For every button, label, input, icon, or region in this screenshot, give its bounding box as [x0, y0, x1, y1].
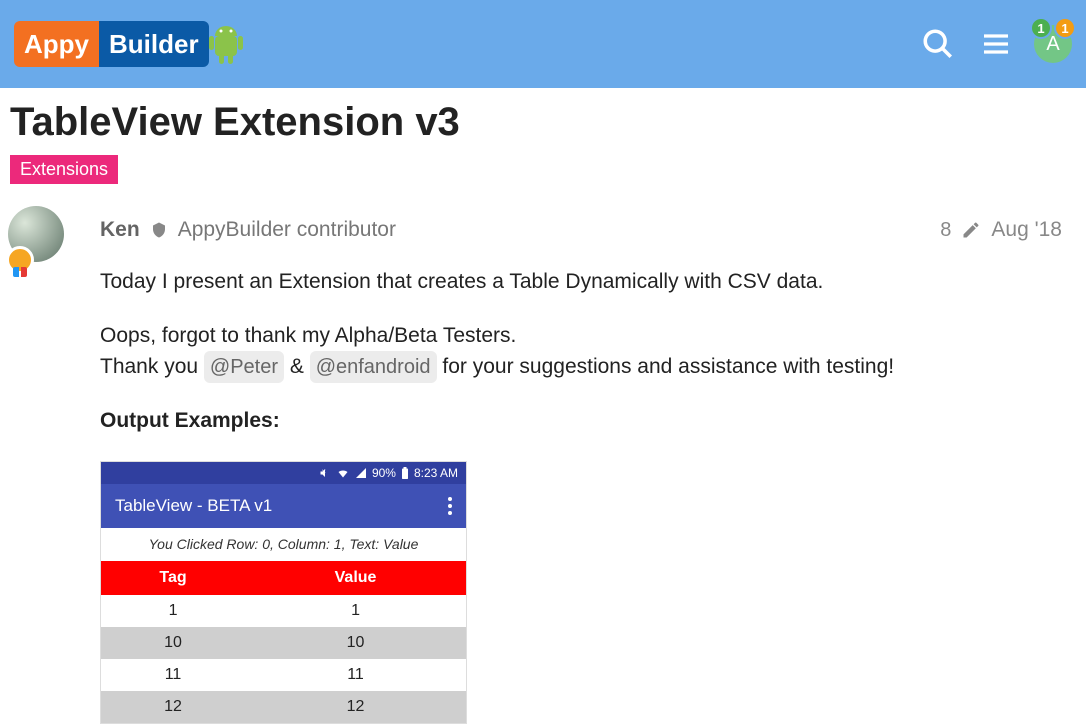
signal-icon	[355, 467, 367, 479]
post-date[interactable]: Aug '18	[991, 218, 1062, 242]
table-row: 11	[101, 595, 466, 627]
notification-badge-orange: 1	[1054, 17, 1076, 39]
post-user-title: AppyBuilder contributor	[178, 218, 396, 242]
app-title: TableView - BETA v1	[115, 493, 272, 519]
shield-icon	[150, 221, 168, 239]
site-logo[interactable]: Appy Builder	[14, 18, 253, 70]
pencil-icon[interactable]	[961, 220, 981, 240]
edit-count[interactable]: 8	[940, 219, 951, 242]
topic-header: TableView Extension v3 Extensions	[0, 88, 1086, 190]
phone-statusbar: 90% 8:23 AM	[101, 462, 466, 484]
table-header-value: Value	[245, 561, 466, 595]
logo-appy: Appy	[14, 21, 99, 67]
menu-icon[interactable]	[976, 24, 1016, 64]
paragraph-thanks: Oops, forgot to thank my Alpha/Beta Test…	[100, 320, 1062, 384]
post: Ken AppyBuilder contributor 8 Aug '18 To…	[0, 190, 1086, 724]
table-row: 1212	[101, 691, 466, 723]
category-badge[interactable]: Extensions	[10, 155, 118, 184]
phone-screenshot[interactable]: 90% 8:23 AM TableView - BETA v1 You Clic…	[100, 461, 467, 724]
data-table: Tag Value 11 1010 1111 1212	[101, 561, 466, 723]
android-icon	[205, 18, 253, 70]
battery-percent: 90%	[372, 464, 396, 482]
battery-icon	[401, 467, 409, 479]
mute-icon	[319, 467, 331, 479]
paragraph-intro: Today I present an Extension that create…	[100, 266, 1062, 298]
wifi-icon	[336, 467, 350, 479]
user-avatar[interactable]: A 1 1	[1034, 25, 1072, 63]
table-row: 1010	[101, 627, 466, 659]
phone-appbar: TableView - BETA v1	[101, 484, 466, 528]
post-content: Today I present an Extension that create…	[100, 266, 1062, 724]
header-actions: A 1 1	[918, 24, 1072, 64]
table-header-row: Tag Value	[101, 561, 466, 595]
site-header: Appy Builder A 1 1	[0, 0, 1086, 88]
notification-badge-green: 1	[1030, 17, 1052, 39]
output-examples-heading: Output Examples:	[100, 405, 1062, 437]
click-info-text: You Clicked Row: 0, Column: 1, Text: Val…	[101, 528, 466, 561]
mention-enfandroid[interactable]: @enfandroid	[310, 351, 437, 383]
search-icon[interactable]	[918, 24, 958, 64]
table-header-tag: Tag	[101, 561, 245, 595]
table-row: 1111	[101, 659, 466, 691]
overflow-menu-icon	[448, 497, 452, 515]
post-author[interactable]: Ken	[100, 218, 140, 242]
avatar-flair-badge	[6, 246, 34, 274]
post-avatar-column	[8, 206, 76, 724]
topic-title: TableView Extension v3	[10, 100, 1076, 145]
mention-peter[interactable]: @Peter	[204, 351, 284, 383]
post-header: Ken AppyBuilder contributor 8 Aug '18	[100, 218, 1062, 242]
logo-builder: Builder	[99, 21, 209, 67]
status-time: 8:23 AM	[414, 464, 458, 482]
